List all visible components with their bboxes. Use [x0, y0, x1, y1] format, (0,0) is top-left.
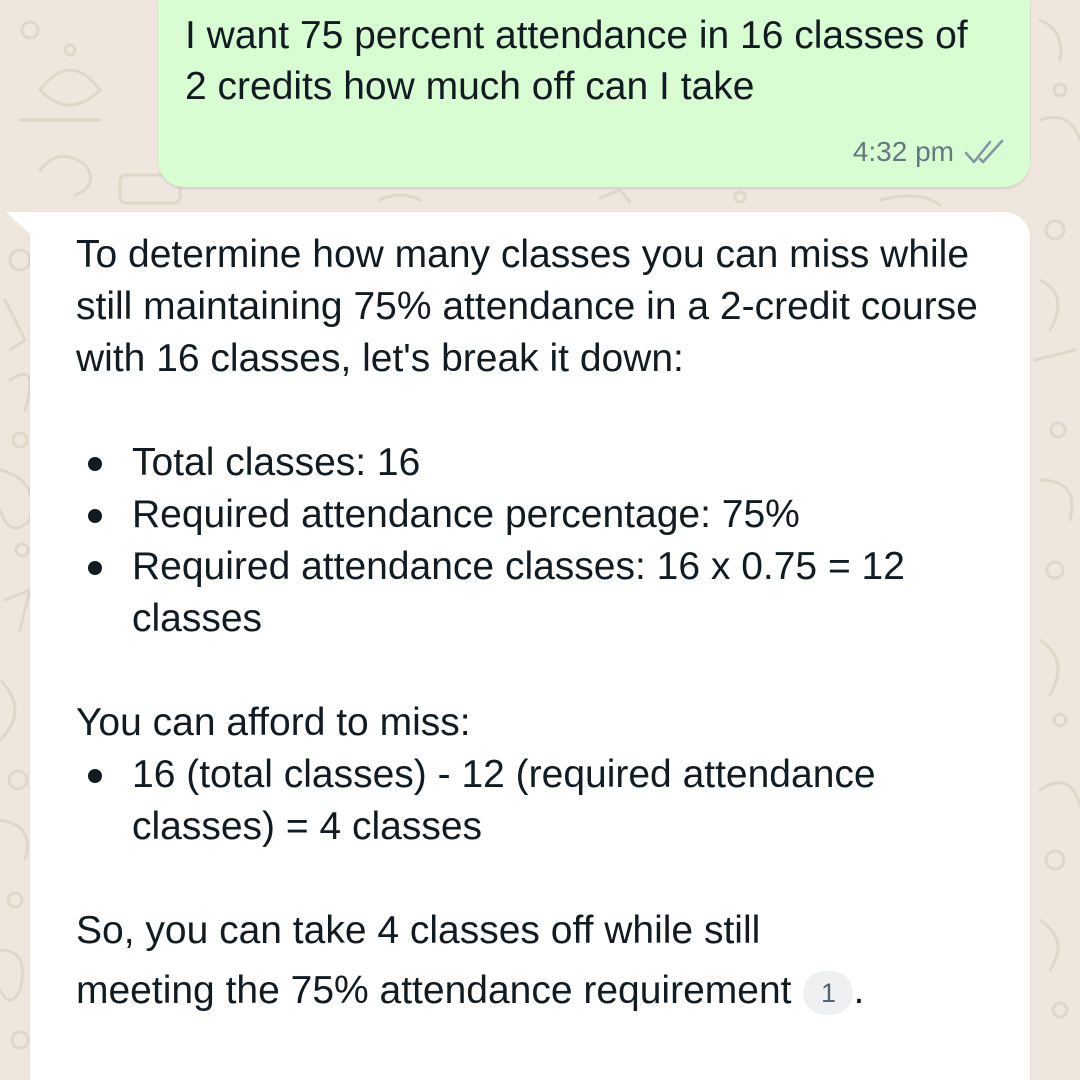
afford-list: 16 (total classes) - 12 (required attend… — [76, 749, 996, 853]
list-item: Total classes: 16 — [76, 437, 996, 489]
afford-heading: You can afford to miss: — [76, 701, 471, 744]
message-time: 4:32 pm — [852, 136, 954, 167]
end-punctuation: . — [853, 969, 865, 1012]
conclusion-line-1: So, you can take 4 classes off while sti… — [76, 909, 761, 952]
received-message-bubble[interactable]: To determine how many classes you can mi… — [6, 212, 1030, 1080]
bubble-tail — [6, 212, 30, 234]
list-item: Required attendance percentage: 75% — [76, 489, 996, 541]
sent-message-bubble[interactable]: I want 75 percent attendance in 16 class… — [158, 0, 1030, 187]
conclusion-line-2: meeting the 75% attendance requirement 1. — [76, 957, 996, 1025]
reply-intro: To determine how many classes you can mi… — [76, 233, 978, 380]
list-item: Required attendance classes: 16 x 0.75 =… — [76, 541, 996, 645]
reply-content: To determine how many classes you can mi… — [76, 229, 996, 1025]
calculation-list: Total classes: 16 Required attendance pe… — [76, 437, 996, 645]
conclusion-text: meeting the 75% attendance requirement — [76, 969, 792, 1012]
sent-message-text: I want 75 percent attendance in 16 class… — [185, 14, 968, 108]
citation-badge[interactable]: 1 — [803, 970, 854, 1015]
message-meta: 4:32 pm — [853, 136, 1008, 168]
double-check-icon — [964, 139, 1004, 164]
list-item: 16 (total classes) - 12 (required attend… — [76, 749, 996, 853]
